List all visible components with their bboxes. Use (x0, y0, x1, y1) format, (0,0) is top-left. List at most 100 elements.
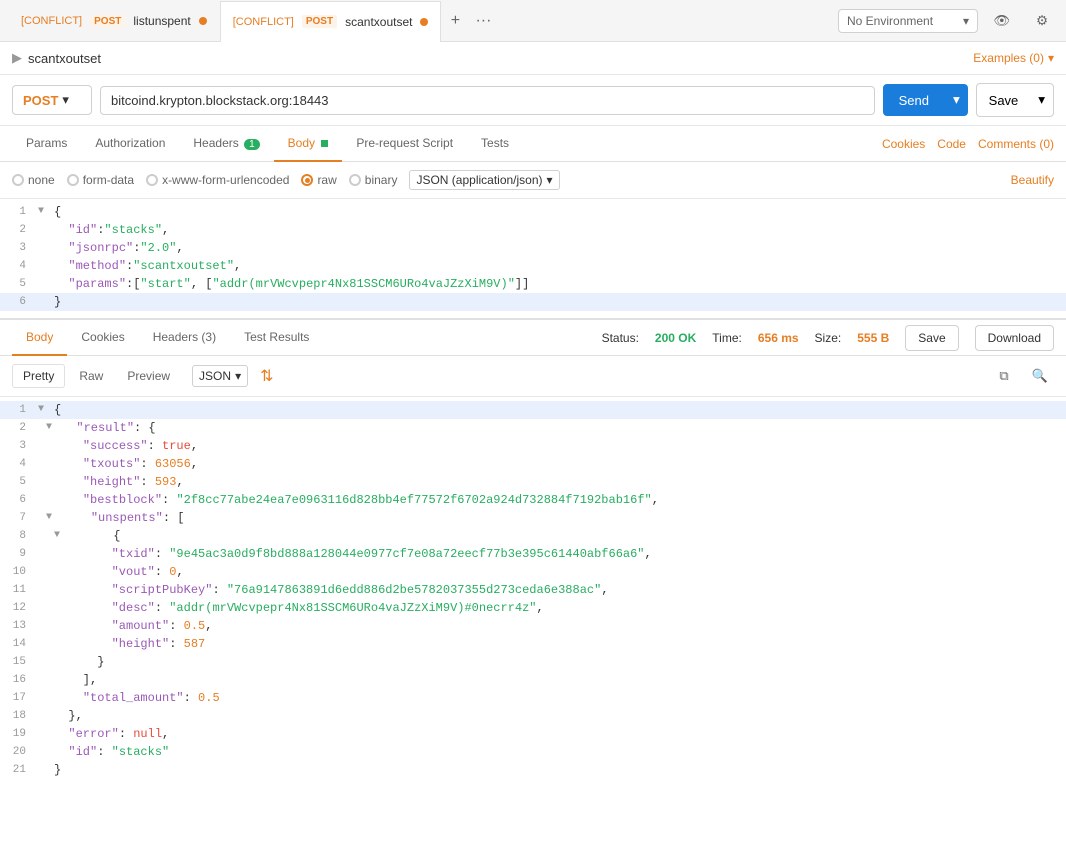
urlencoded-label: x-www-form-urlencoded (162, 173, 289, 187)
copy-icon-button[interactable]: ⧉ (990, 362, 1018, 390)
size-value: 555 B (857, 331, 889, 345)
right-controls: No Environment ▾ 👁 ⚙ (838, 5, 1058, 37)
option-urlencoded[interactable]: x-www-form-urlencoded (146, 173, 289, 187)
resp-tab-body[interactable]: Body (12, 320, 67, 356)
new-tab-button[interactable]: + (441, 7, 469, 35)
resp-line-10: 10 "vout": 0, (0, 563, 1066, 581)
resp-line-8: 8 ▼ { (0, 527, 1066, 545)
tab-listunspent[interactable]: [CONFLICT] POST listunspent (8, 0, 220, 41)
request-tabs: Params Authorization Headers 1 Body Pre-… (0, 126, 1066, 162)
examples-link[interactable]: Examples (0) ▾ (973, 51, 1054, 65)
save-button-group: Save ▾ (976, 83, 1054, 117)
eye-icon-button[interactable]: 👁 (986, 5, 1018, 37)
resp-line-7: 7 ▼ "unspents": [ (0, 509, 1066, 527)
gear-icon: ⚙ (1036, 13, 1048, 29)
view-tab-pretty[interactable]: Pretty (12, 364, 65, 388)
tab-bar: [CONFLICT] POST listunspent [CONFLICT] P… (0, 0, 1066, 42)
save-response-button[interactable]: Save (905, 325, 958, 351)
resp-line-20: 20 "id": "stacks" (0, 743, 1066, 761)
settings-icon-button[interactable]: ⚙ (1026, 5, 1058, 37)
format-selector[interactable]: JSON ▾ (192, 365, 248, 387)
tab-params[interactable]: Params (12, 126, 81, 162)
response-editor[interactable]: 1 ▼ { 2 ▼ "result": { 3 "success": true,… (0, 397, 1066, 783)
resp-tab-headers[interactable]: Headers (3) (139, 320, 230, 356)
request-tab-right-actions: Cookies Code Comments (0) (882, 137, 1054, 151)
send-button-group: Send ▾ (883, 84, 968, 116)
save-button[interactable]: Save (977, 85, 1031, 116)
chevron-down-icon: ▾ (963, 14, 969, 28)
response-status-area: Status: 200 OK Time: 656 ms Size: 555 B … (602, 325, 1054, 351)
tab-pre-request[interactable]: Pre-request Script (342, 126, 467, 162)
json-type-chevron-icon: ▾ (547, 173, 553, 187)
option-raw[interactable]: raw (301, 173, 336, 187)
send-dropdown-button[interactable]: ▾ (945, 84, 968, 116)
resp-line-16: 16 ], (0, 671, 1066, 689)
tab-tests[interactable]: Tests (467, 126, 523, 162)
request-section: ▶ scantxoutset Examples (0) ▾ POST ▾ Sen… (0, 42, 1066, 320)
more-tabs-button[interactable]: ··· (469, 7, 497, 35)
resp-line-18: 18 }, (0, 707, 1066, 725)
format-chevron-icon: ▾ (235, 369, 241, 383)
code-line-6: 6 } (0, 293, 1066, 311)
status-code: 200 OK (655, 331, 696, 345)
send-button[interactable]: Send (883, 85, 945, 116)
save-dropdown-button[interactable]: ▾ (1030, 84, 1053, 116)
environment-selector[interactable]: No Environment ▾ (838, 9, 978, 33)
radio-binary (349, 174, 361, 186)
resp-line-12: 12 "desc": "addr(mrVWcvpepr4Nx81SSCM6URo… (0, 599, 1066, 617)
copy-icon: ⧉ (999, 368, 1008, 384)
view-tab-preview[interactable]: Preview (117, 365, 180, 387)
option-binary[interactable]: binary (349, 173, 398, 187)
resp-line-11: 11 "scriptPubKey": "76a9147863891d6edd88… (0, 581, 1066, 599)
beautify-button[interactable]: Beautify (1011, 173, 1054, 187)
resp-line-15: 15 } (0, 653, 1066, 671)
url-input[interactable] (100, 86, 875, 115)
code-line-3: 3 "jsonrpc":"2.0", (0, 239, 1066, 257)
radio-raw (301, 174, 313, 186)
chevron-down-icon-examples: ▾ (1048, 51, 1054, 65)
json-type-label: JSON (application/json) (416, 173, 542, 187)
resp-line-5: 5 "height": 593, (0, 473, 1066, 491)
code-line-1: 1 ▼ { (0, 203, 1066, 221)
method-badge-1: POST (90, 15, 125, 28)
status-label: Status: (602, 331, 639, 345)
comments-link[interactable]: Comments (0) (978, 137, 1054, 151)
json-type-selector[interactable]: JSON (application/json) ▾ (409, 170, 559, 190)
tab-name-1: listunspent (133, 14, 190, 28)
raw-label: raw (317, 173, 336, 187)
method-chevron-icon: ▾ (62, 92, 69, 108)
resp-line-13: 13 "amount": 0.5, (0, 617, 1066, 635)
resp-tab-cookies[interactable]: Cookies (67, 320, 138, 356)
collapse-icon[interactable]: ▶ (12, 50, 22, 66)
time-value: 656 ms (758, 331, 799, 345)
resp-line-6: 6 "bestblock": "2f8cc77abe24ea7e0963116d… (0, 491, 1066, 509)
binary-label: binary (365, 173, 398, 187)
method-selector[interactable]: POST ▾ (12, 85, 92, 115)
tab-headers[interactable]: Headers 1 (179, 126, 273, 162)
tab-scantxoutset[interactable]: [CONFLICT] POST scantxoutset (220, 1, 442, 42)
tab-authorization[interactable]: Authorization (81, 126, 179, 162)
cookies-link[interactable]: Cookies (882, 137, 925, 151)
view-icon-buttons: ⧉ 🔍 (990, 362, 1054, 390)
radio-urlencoded (146, 174, 158, 186)
request-name: scantxoutset (28, 51, 101, 66)
view-tab-raw[interactable]: Raw (69, 365, 113, 387)
unsaved-dot-2 (420, 18, 428, 26)
response-body: 1 ▼ { 2 ▼ "result": { 3 "success": true,… (0, 397, 1066, 859)
option-none[interactable]: none (12, 173, 55, 187)
resp-tab-test-results[interactable]: Test Results (230, 320, 323, 356)
download-button[interactable]: Download (975, 325, 1054, 351)
view-tabs: Pretty Raw Preview JSON ▾ ⇅ ⧉ 🔍 (0, 356, 1066, 397)
search-icon-button[interactable]: 🔍 (1026, 362, 1054, 390)
conflict-badge-2: [CONFLICT] (233, 16, 294, 28)
code-link[interactable]: Code (937, 137, 966, 151)
none-label: none (28, 173, 55, 187)
conflict-badge-1: [CONFLICT] (21, 15, 82, 27)
tab-body[interactable]: Body (274, 126, 343, 162)
sort-icon-button[interactable]: ⇅ (260, 366, 273, 386)
option-form-data[interactable]: form-data (67, 173, 134, 187)
main-layout: ▶ scantxoutset Examples (0) ▾ POST ▾ Sen… (0, 42, 1066, 859)
resp-line-9: 9 "txid": "9e45ac3a0d9f8bd888a128044e097… (0, 545, 1066, 563)
form-data-label: form-data (83, 173, 134, 187)
request-editor[interactable]: 1 ▼ { 2 "id":"stacks", 3 "jsonrpc":"2.0"… (0, 199, 1066, 319)
